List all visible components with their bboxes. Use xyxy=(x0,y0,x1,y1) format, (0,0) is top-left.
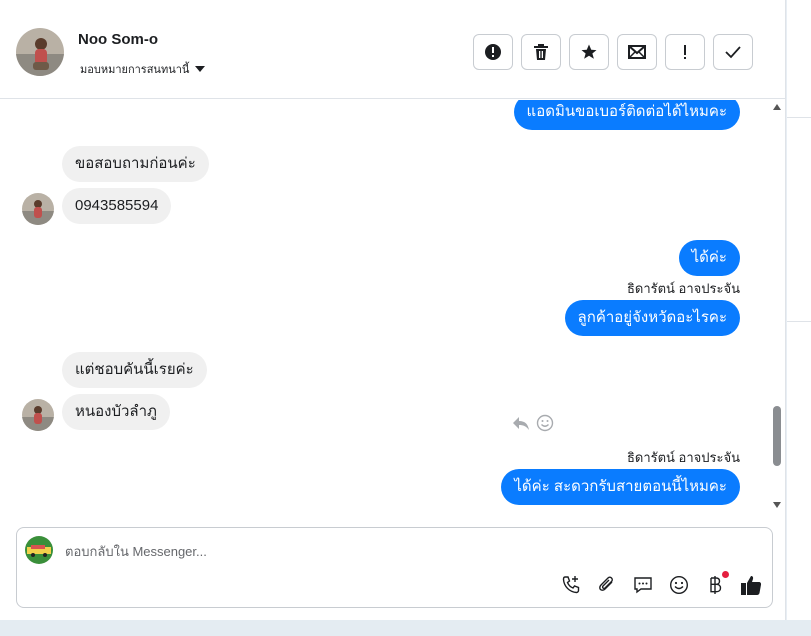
page-avatar xyxy=(25,536,53,564)
message-outgoing[interactable]: ลูกค้าอยู่จังหวัดอะไรคะ xyxy=(564,300,740,336)
check-icon xyxy=(725,46,741,59)
sender-name: ธิดารัตน์ อาจประจัน xyxy=(626,450,740,465)
contact-avatar-small xyxy=(22,193,54,225)
mark-unread-button[interactable] xyxy=(617,34,657,70)
reply-input[interactable] xyxy=(65,540,745,562)
assign-label: มอบหมายการสนทนานี้ xyxy=(80,64,190,76)
like-button[interactable] xyxy=(740,574,762,596)
page-background xyxy=(0,620,811,636)
notification-dot xyxy=(722,571,729,578)
mark-done-button[interactable] xyxy=(713,34,753,70)
delete-button[interactable] xyxy=(521,34,561,70)
divider xyxy=(787,321,811,322)
composer-tools xyxy=(560,571,762,596)
message-incoming[interactable]: ขอสอบถามก่อนค่ะ xyxy=(62,146,209,182)
reply-composer xyxy=(16,527,773,608)
message-outgoing[interactable]: ได้ค่ะ xyxy=(678,240,740,276)
envelope-icon xyxy=(628,45,646,59)
star-button[interactable] xyxy=(569,34,609,70)
message-outgoing[interactable]: แอดมินขอเบอร์ติดต่อได้ไหมคะ xyxy=(513,100,740,130)
scroll-down-arrow[interactable] xyxy=(773,502,781,508)
conversation-panel: Noo Som-o มอบหมายการสนทนานี้ แอดมินขอเบอ… xyxy=(0,0,786,620)
paperclip-icon xyxy=(599,576,613,591)
payment-button[interactable] xyxy=(704,571,729,596)
sender-name: ธิดารัตน์ อาจประจัน xyxy=(626,281,740,296)
assign-conversation-dropdown[interactable]: มอบหมายการสนทนานี้ xyxy=(80,60,206,78)
message-thread[interactable]: แอดมินขอเบอร์ติดต่อได้ไหมคะ ขอสอบถามก่อน… xyxy=(0,100,786,515)
follow-up-button[interactable] xyxy=(665,34,705,70)
conversation-header: Noo Som-o มอบหมายการสนทนานี้ xyxy=(0,0,786,99)
phone-plus-icon xyxy=(562,576,580,594)
message-incoming[interactable]: แต่ชอบคันนี้เรยค่ะ xyxy=(62,352,207,388)
star-icon xyxy=(581,44,597,59)
saved-replies-button[interactable] xyxy=(632,574,654,596)
scroll-up-arrow[interactable] xyxy=(773,104,781,110)
side-panel-edge xyxy=(787,0,811,636)
baht-icon xyxy=(710,576,722,594)
alert-circle-icon xyxy=(485,44,501,60)
exclamation-icon xyxy=(684,45,686,59)
call-add-button[interactable] xyxy=(560,574,582,596)
scrollbar-thumb[interactable] xyxy=(773,406,781,466)
message-incoming[interactable]: 0943585594 xyxy=(62,188,172,224)
smiley-icon xyxy=(669,575,689,595)
contact-avatar[interactable] xyxy=(16,28,64,76)
header-actions xyxy=(473,34,753,70)
contact-avatar-small xyxy=(22,399,54,431)
emoji-button[interactable] xyxy=(668,574,690,596)
reply-icon[interactable] xyxy=(512,415,530,431)
mark-spam-button[interactable] xyxy=(473,34,513,70)
chat-bubble-icon xyxy=(634,577,652,594)
message-tools xyxy=(512,414,554,432)
contact-name[interactable]: Noo Som-o xyxy=(78,31,158,48)
attach-button[interactable] xyxy=(596,574,618,596)
chevron-down-icon xyxy=(195,66,206,72)
message-outgoing[interactable]: ได้ค่ะ สะดวกรับสายตอนนี้ไหมคะ xyxy=(501,469,740,505)
thumbs-up-icon xyxy=(741,576,762,595)
divider xyxy=(787,117,811,118)
reaction-smiley-icon[interactable] xyxy=(536,414,554,432)
trash-icon xyxy=(534,44,548,60)
message-incoming[interactable]: หนองบัวลำภู xyxy=(62,394,170,430)
thread-scrollbar[interactable] xyxy=(771,100,783,515)
